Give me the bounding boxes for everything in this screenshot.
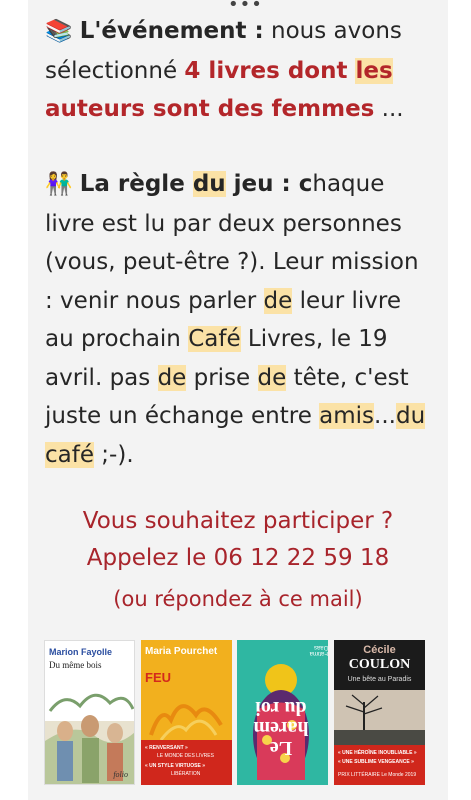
event-paragraph: 📚 L'événement : nous avons sélectionné 4… <box>45 18 404 122</box>
book4-author-first: Cécile <box>363 644 396 656</box>
book2-banner: « RENVERSANT » LE MONDE DES LIVRES « UN … <box>141 740 232 785</box>
book4-title: Une bête au Paradis <box>347 676 412 683</box>
event-title: L'événement : <box>79 18 264 44</box>
book-cover-du-meme-bois[interactable]: Marion Fayolle Du même bois folio <box>44 640 135 785</box>
book4-illustration <box>334 690 425 745</box>
book4-banner: « UNE HÉROÏNE INOUBLIABLE » « UNE SUBLIM… <box>334 745 425 785</box>
book1-publisher: folio <box>113 770 128 779</box>
book-cover-le-harem-du-roi[interactable]: Le harem du roi Fatima Daas <box>237 640 328 785</box>
cta-participate: Vous souhaitez participer ? <box>82 508 394 534</box>
book1-author: Marion Fayolle <box>49 647 113 657</box>
book3-author: Fatima Daas <box>309 644 328 656</box>
cta-phone[interactable]: Appelez le 06 12 22 59 18 <box>28 540 448 577</box>
book1-title: Du même bois <box>49 660 102 670</box>
book2-author: Maria Pourchet <box>145 646 218 657</box>
rule-title: La règle du jeu : c <box>79 171 313 197</box>
rule-paragraph: 👫 La règle du jeu : chaque livre est lu … <box>45 171 426 468</box>
book-covers: Marion Fayolle Du même bois folio Maria … <box>44 640 428 785</box>
book2-illustration <box>149 704 223 740</box>
book-cover-feu[interactable]: Maria Pourchet FEU « RENVERSANT » LE MON… <box>141 640 232 785</box>
book-cover-une-bete-au-paradis[interactable]: Cécile COULON Une bête au Paradis « UNE … <box>334 640 425 785</box>
books-icon: 📚 <box>45 19 73 44</box>
couple-icon: 👫 <box>45 172 73 197</box>
book2-title: FEU <box>145 670 171 685</box>
book4-author-last: COULON <box>348 657 411 672</box>
book3-title: Le harem du roi <box>253 697 309 759</box>
cta-reply: (ou répondez à ce mail) <box>113 587 363 611</box>
